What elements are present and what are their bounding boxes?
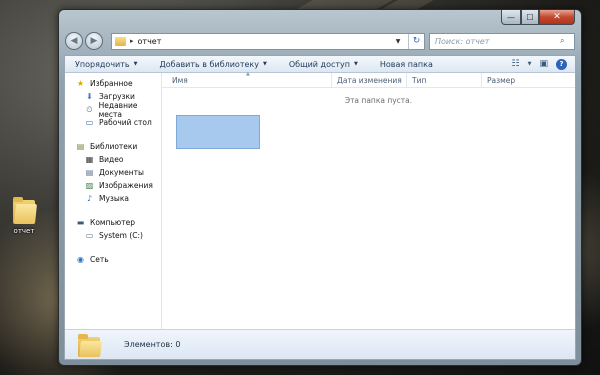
back-arrow-icon: ◀	[70, 36, 78, 46]
sidebar-item-label: Недавние места	[98, 100, 138, 119]
column-header-size[interactable]: Размер	[482, 73, 556, 87]
desktop-folder-icon[interactable]: отчет	[6, 196, 42, 235]
view-options-icon[interactable]: ☷	[512, 59, 520, 69]
breadcrumb-current[interactable]: отчет	[138, 37, 162, 46]
minimize-icon: —	[507, 12, 515, 22]
sidebar-item-libraries[interactable]: ▤ Библиотеки	[65, 140, 161, 153]
close-icon: ✕	[553, 12, 561, 22]
details-pane: Элементов: 0	[65, 329, 575, 359]
share-with-label: Общий доступ	[288, 59, 350, 69]
sidebar-item-system-drive[interactable]: ▭ System (C:)	[65, 229, 161, 242]
sidebar-item-desktop[interactable]: ▭ Рабочий стол	[65, 116, 161, 129]
empty-folder-message: Эта папка пуста.	[344, 96, 413, 105]
computer-icon: ▬	[76, 218, 85, 227]
close-button[interactable]: ✕	[539, 10, 575, 25]
chevron-down-icon: ▼	[354, 61, 358, 67]
new-folder-button[interactable]: Новая папка	[380, 60, 433, 69]
sidebar-item-label: Избранное	[90, 79, 133, 88]
share-with-menu[interactable]: Общий доступ ▼	[289, 60, 358, 69]
maximize-icon: ☐	[526, 12, 534, 22]
sidebar-item-label: Документы	[99, 168, 144, 177]
navigation-pane: ★ Избранное ⬇ Загрузки ⏲ Недавние места …	[65, 73, 162, 329]
new-folder-label: Новая папка	[379, 59, 433, 69]
add-to-library-label: Добавить в библиотеку	[159, 59, 259, 69]
sidebar-item-computer[interactable]: ▬ Компьютер	[65, 216, 161, 229]
toolbar-right: ☷ ▼ ▣ ?	[512, 58, 575, 70]
column-header-date-modified[interactable]: Дата изменения	[332, 73, 407, 87]
desktop-icon: ▭	[85, 118, 94, 127]
chevron-down-icon[interactable]: ▼	[528, 61, 532, 67]
sidebar-item-label: Рабочий стол	[99, 118, 152, 127]
sidebar-item-recent-places[interactable]: ⏲ Недавние места	[65, 100, 161, 119]
search-box[interactable]: Поиск: отчет ⌕	[429, 32, 575, 50]
item-count: Элементов: 0	[124, 340, 181, 349]
forward-button[interactable]: ▶	[85, 32, 103, 50]
network-group: ◉ Сеть	[65, 253, 161, 266]
sidebar-item-label: Изображения	[99, 181, 153, 190]
favorites-group: ★ Избранное ⬇ Загрузки ⏲ Недавние места …	[65, 77, 161, 129]
address-history-dropdown[interactable]: ▼	[392, 38, 404, 45]
preview-pane-icon[interactable]: ▣	[539, 59, 548, 69]
explorer-client-area: Упорядочить ▼ Добавить в библиотеку ▼ Об…	[64, 55, 576, 360]
forward-arrow-icon: ▶	[90, 36, 98, 46]
pictures-icon: ▨	[85, 181, 94, 190]
music-icon: ♪	[86, 194, 93, 203]
folder-icon	[78, 333, 102, 357]
desktop-folder-label: отчет	[13, 227, 35, 235]
address-bar[interactable]: ▸ отчет ▼ ↻	[111, 32, 425, 50]
sidebar-item-music[interactable]: ♪ Музыка	[65, 192, 161, 205]
explorer-window: — ☐ ✕ ◀ ▶ ▸ отчет ▼ ↻ Поиск: отчет ⌕ Упо…	[58, 9, 582, 366]
sidebar-item-documents[interactable]: ▤ Документы	[65, 166, 161, 179]
file-list-area[interactable]: ▲ Имя Дата изменения Тип Размер Эта папк…	[162, 71, 575, 329]
minimize-button[interactable]: —	[501, 10, 521, 25]
sidebar-item-label: Музыка	[99, 194, 129, 203]
star-icon: ★	[76, 79, 85, 88]
add-to-library-menu[interactable]: Добавить в библиотеку ▼	[159, 60, 266, 69]
refresh-icon: ↻	[412, 36, 421, 46]
folder-icon	[13, 196, 38, 224]
search-icon[interactable]: ⌕	[560, 36, 574, 46]
organize-label: Упорядочить	[75, 59, 130, 69]
organize-menu[interactable]: Упорядочить ▼	[75, 60, 137, 69]
folder-icon	[115, 36, 126, 46]
network-icon: ◉	[77, 255, 84, 264]
search-placeholder[interactable]: Поиск: отчет	[435, 37, 560, 46]
sidebar-item-label: Сеть	[90, 255, 109, 264]
nav-buttons: ◀ ▶	[65, 31, 107, 51]
sidebar-item-label: System (C:)	[99, 231, 143, 240]
sidebar-item-label: Библиотеки	[90, 142, 138, 151]
sidebar-item-network[interactable]: ◉ Сеть	[65, 253, 161, 266]
sort-arrow-icon: ▲	[246, 71, 250, 77]
sidebar-item-pictures[interactable]: ▨ Изображения	[65, 179, 161, 192]
sidebar-item-label: Компьютер	[90, 218, 135, 227]
caption-buttons: — ☐ ✕	[501, 10, 575, 25]
selection-rectangle	[176, 115, 260, 149]
help-icon[interactable]: ?	[556, 58, 567, 70]
recent-places-icon: ⏲	[86, 104, 93, 114]
sidebar-item-favorites[interactable]: ★ Избранное	[65, 77, 161, 90]
libraries-group: ▤ Библиотеки ▦ Видео ▤ Документы ▨ Изобр…	[65, 140, 161, 205]
chevron-down-icon: ▼	[262, 61, 267, 67]
column-header-type[interactable]: Тип	[407, 73, 482, 87]
videos-icon: ▦	[85, 155, 94, 164]
refresh-button[interactable]: ↻	[408, 33, 424, 49]
breadcrumb-chevron-icon[interactable]: ▸	[130, 37, 134, 45]
computer-group: ▬ Компьютер ▭ System (C:)	[65, 216, 161, 242]
libraries-icon: ▤	[76, 142, 85, 151]
sidebar-item-videos[interactable]: ▦ Видео	[65, 153, 161, 166]
command-bar: Упорядочить ▼ Добавить в библиотеку ▼ Об…	[65, 56, 575, 73]
chevron-down-icon: ▼	[133, 61, 138, 67]
documents-icon: ▤	[85, 168, 94, 177]
navigation-bar: ◀ ▶ ▸ отчет ▼ ↻ Поиск: отчет ⌕	[65, 30, 575, 52]
panes: ★ Избранное ⬇ Загрузки ⏲ Недавние места …	[65, 71, 575, 329]
back-button[interactable]: ◀	[65, 32, 83, 50]
drive-icon: ▭	[85, 231, 94, 240]
sidebar-item-label: Видео	[99, 155, 124, 164]
column-headers: ▲ Имя Дата изменения Тип Размер	[162, 71, 575, 88]
maximize-button[interactable]: ☐	[521, 10, 539, 25]
downloads-icon: ⬇	[86, 92, 93, 101]
